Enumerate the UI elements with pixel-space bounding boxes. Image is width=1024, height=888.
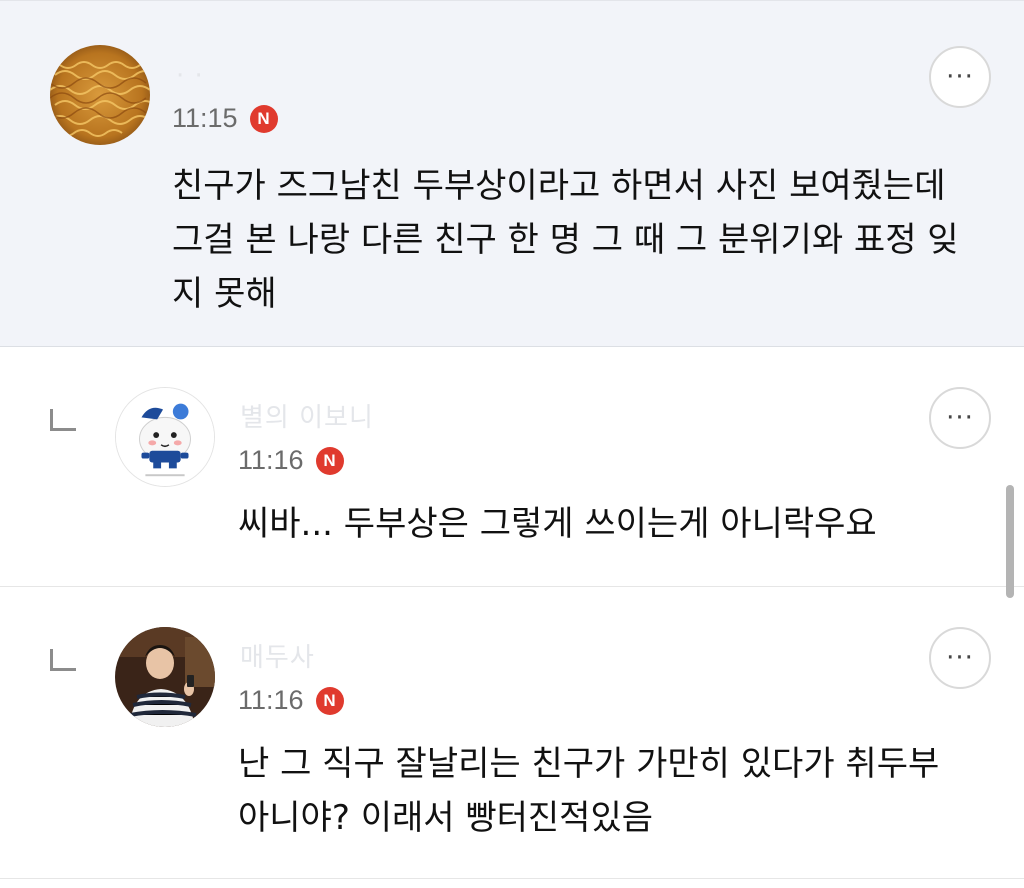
new-badge-icon: N [315,446,344,475]
user-avatar[interactable] [50,45,150,145]
mascot-avatar-image [116,388,214,486]
comment-text: 난 그 직구 잘날리는 친구가 가만히 있다가 취두부 아니야? 이래서 빵터진… [238,744,940,838]
nickname[interactable]: 매두사 [240,637,315,674]
comment-meta: 11:16 N [238,685,344,716]
nickname[interactable]: · · [176,61,204,91]
more-icon: ··· [946,403,974,433]
noodle-avatar-image [50,45,150,145]
user-avatar[interactable] [115,627,215,727]
reply-arrow-icon [50,649,76,671]
timestamp: 11:16 [238,685,304,715]
more-icon: ··· [946,62,974,92]
more-icon: ··· [946,643,974,673]
reply-arrow-icon [50,409,76,431]
timestamp: 11:16 [238,445,304,475]
more-options-button[interactable]: ··· [929,627,991,689]
timestamp: 11:15 [172,103,238,133]
new-badge-icon: N [249,104,278,133]
reply-comment-item: 별의 이보니 11:16 N 씨바... 두부상은 그렇게 쓰이는게 아니락우요… [0,347,1024,587]
comment-item: · · 11:15 N 친구가 즈그남친 두부상이라고 하면서 사진 보여줬는데… [0,0,1024,347]
scrollbar-thumb[interactable] [1006,485,1014,598]
comment-text: 씨바... 두부상은 그렇게 쓰이는게 아니락우요 [238,504,877,544]
reply-comment-item: 매두사 11:16 N 난 그 직구 잘날리는 친구가 가만히 있다가 취두부 … [0,587,1024,879]
more-options-button[interactable]: ··· [929,46,991,108]
person-photo-avatar-image [115,627,215,727]
comment-text: 친구가 즈그남친 두부상이라고 하면서 사진 보여줬는데 그걸 본 나랑 다른 … [172,166,959,314]
new-badge-icon: N [315,686,344,715]
more-options-button[interactable]: ··· [929,387,991,449]
comment-meta: 11:15 N [172,103,278,134]
user-avatar[interactable] [115,387,215,487]
comment-meta: 11:16 N [238,445,344,476]
nickname[interactable]: 별의 이보니 [240,397,374,434]
